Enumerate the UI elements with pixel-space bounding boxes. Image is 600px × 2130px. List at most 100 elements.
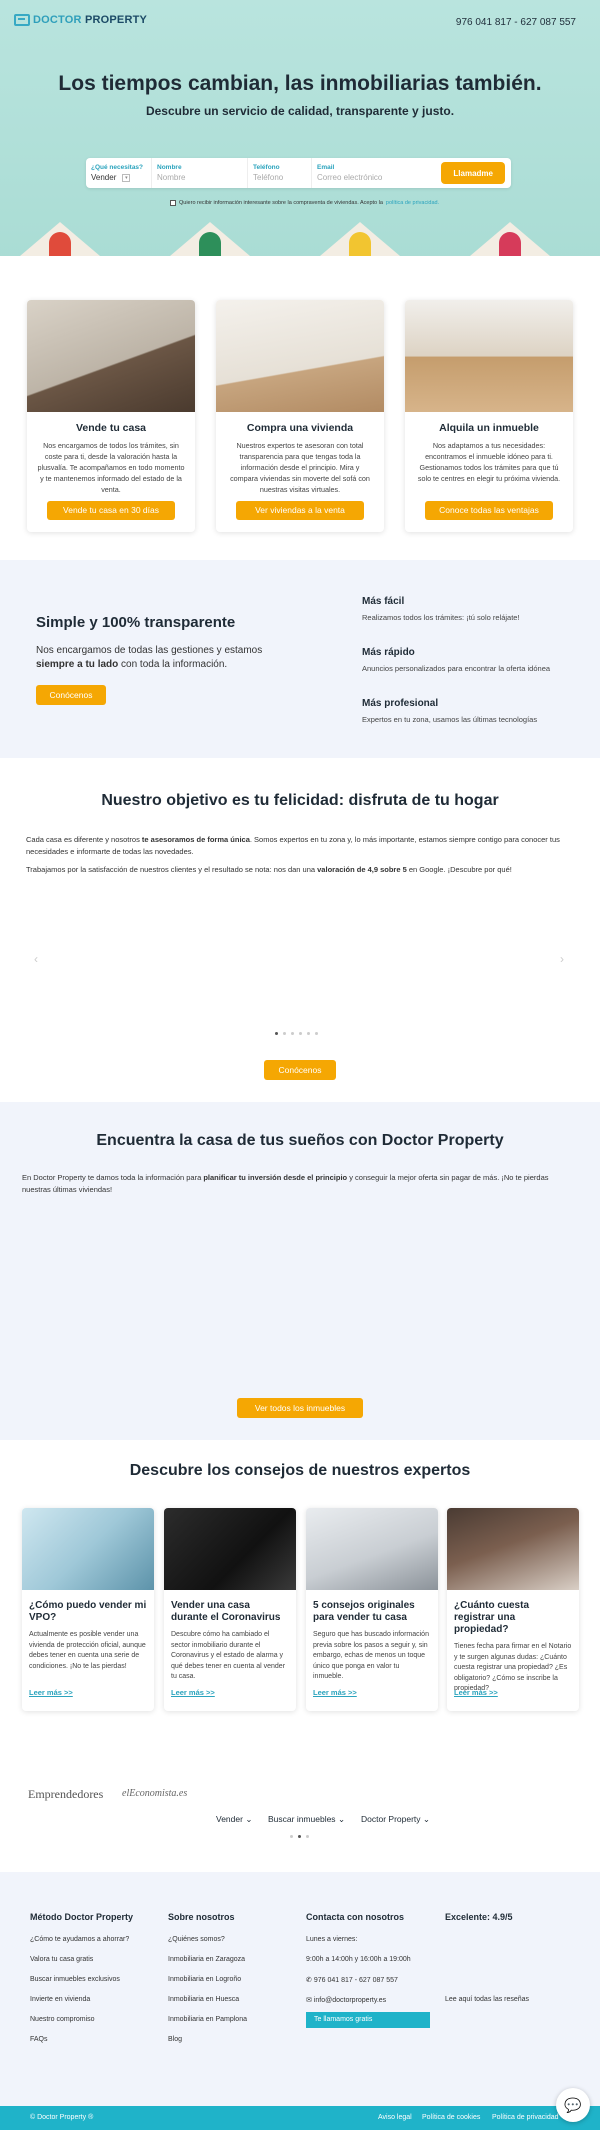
handshake-photo [164, 1508, 296, 1590]
hero-title: Los tiempos cambian, las inmobiliarias t… [58, 72, 542, 95]
opening-days: Lunes a viernes: [306, 1936, 358, 1943]
footer-link[interactable]: Inmobiliaria en Logroño [168, 1976, 241, 1983]
name-field[interactable]: Nombre Nombre [152, 158, 248, 188]
transparent-section: Simple y 100% transparente Nos encargamo… [0, 560, 600, 758]
happiness-section: Nuestro objetivo es tu felicidad: disfru… [0, 760, 600, 1100]
phone-icon: ✆ [306, 1977, 312, 1984]
opening-hours: 9:00h a 14:00h y 16:00h a 19:00h [306, 1956, 411, 1963]
dream-text: En Doctor Property te damos toda la info… [22, 1173, 549, 1194]
bedroom-photo [447, 1508, 579, 1590]
blog-card[interactable]: ¿Cuánto cuesta registrar una propiedad? … [447, 1508, 579, 1711]
blog-post-text: Seguro que has buscado información previ… [313, 1631, 429, 1680]
footer-link[interactable]: Blog [168, 2036, 182, 2043]
footer-link[interactable]: ¿Cómo te ayudamos a ahorrar? [30, 1936, 129, 1943]
contact-form: ¿Qué necesitas? Vender ▾ Nombre Nombre Te… [86, 158, 511, 188]
read-more-link[interactable]: Leer más >> [313, 1688, 357, 1697]
press-logo-eleconomista: elEconomista.es [122, 1788, 188, 1799]
blog-post-title[interactable]: ¿Cómo puedo vender mi VPO? [29, 1600, 147, 1624]
footer-nav-doctor[interactable]: Doctor Property ⌄ [361, 1814, 430, 1825]
footer-link[interactable]: ¿Quiénes somos? [168, 1936, 225, 1943]
privacy-link[interactable]: política de privacidad. [386, 200, 439, 206]
footer-link[interactable]: Inmobiliaria en Huesca [168, 1996, 239, 2003]
read-more-link[interactable]: Leer más >> [454, 1688, 498, 1697]
footer-email[interactable]: ✉ info@doctorproperty.es [306, 1996, 386, 2004]
blog-card[interactable]: Vender una casa durante el Coronavirus D… [164, 1508, 296, 1711]
blog-post-text: Descubre cómo ha cambiado el sector inmo… [171, 1631, 286, 1680]
privacy-policy-link[interactable]: Política de privacidad [492, 2114, 559, 2121]
blog-post-title[interactable]: 5 consejos originales para vender tu cas… [313, 1600, 431, 1624]
need-field[interactable]: ¿Qué necesitas? Vender ▾ [86, 158, 152, 188]
name-input[interactable]: Nombre [157, 173, 242, 182]
copyright: © Doctor Property ® [30, 2114, 94, 2121]
chat-bubble-icon[interactable]: 💬 [556, 2088, 590, 2122]
feature-title: Más rápido [362, 647, 415, 658]
consent-row: Quiero recibir información interesante s… [170, 200, 439, 206]
blog-title: Descubre los consejos de nuestros expert… [129, 1462, 471, 1479]
email-input[interactable]: Correo electrónico [317, 173, 425, 182]
call-free-button[interactable]: Te llamamos gratis [306, 2012, 430, 2028]
sell-house-button[interactable]: Vende tu casa en 30 días [47, 501, 175, 520]
transparent-text: Nos encargamos de todas las gestiones y … [36, 645, 263, 670]
consent-checkbox[interactable] [170, 200, 176, 206]
rent-advantages-button[interactable]: Conoce todas las ventajas [425, 501, 553, 520]
reviews-link[interactable]: Lee aquí todas las reseñas [445, 1996, 529, 2003]
feature-text: Realizamos todos los trámites: ¡tú solo … [362, 613, 520, 622]
dream-title: Encuentra la casa de tus sueños con Doct… [96, 1132, 504, 1149]
footer-link[interactable]: Invierte en vivienda [30, 1996, 90, 2003]
service-text: Nos encargamos de todos los trámites, si… [37, 441, 185, 494]
phone-field[interactable]: Teléfono Teléfono [248, 158, 312, 188]
consent-text: Quiero recibir información interesante s… [179, 200, 383, 206]
about-us-button-2[interactable]: Conócenos [264, 1060, 336, 1080]
logo-doctor: DOCTOR [33, 14, 82, 26]
building-icon [14, 14, 30, 26]
blog-post-title[interactable]: ¿Cuánto cuesta registrar una propiedad? [454, 1600, 572, 1636]
blog-post-text: Tienes fecha para firmar en el Notario y… [454, 1643, 572, 1692]
logo-carousel-dots[interactable] [290, 1835, 309, 1838]
footer-link[interactable]: Inmobiliaria en Zaragoza [168, 1956, 245, 1963]
legal-link[interactable]: Aviso legal [378, 2114, 412, 2121]
read-more-link[interactable]: Leer más >> [171, 1688, 215, 1697]
see-all-properties-button[interactable]: Ver todos los inmuebles [237, 1398, 363, 1418]
see-homes-button[interactable]: Ver viviendas a la venta [236, 501, 364, 520]
bottom-bar: © Doctor Property ® Aviso legal Política… [0, 2106, 600, 2130]
feature-text: Anuncios personalizados para encontrar l… [362, 664, 551, 673]
about-us-button[interactable]: Conócenos [36, 685, 106, 705]
read-more-link[interactable]: Leer más >> [29, 1688, 73, 1697]
carousel-dots[interactable] [275, 1032, 318, 1035]
logo[interactable]: DOCTOR PROPERTY [14, 14, 147, 26]
service-card-sell: Vende tu casa Nos encargamos de todos lo… [27, 300, 195, 532]
footer-link[interactable]: Buscar inmuebles exclusivos [30, 1976, 120, 1983]
name-label: Nombre [157, 164, 182, 171]
blog-post-title[interactable]: Vender una casa durante el Coronavirus [171, 1600, 289, 1624]
service-title: Vende tu casa [75, 422, 147, 434]
couple-photo [216, 300, 384, 412]
email-field[interactable]: Email Correo electrónico [312, 158, 430, 188]
service-title: Compra una vivienda [246, 422, 354, 434]
footer-phone[interactable]: ✆ 976 041 817 - 627 087 557 [306, 1976, 398, 1984]
need-value: Vender [91, 173, 117, 182]
service-text: Nuestros expertos te asesoran con total … [230, 441, 370, 494]
phone-input[interactable]: Teléfono [253, 173, 306, 182]
service-title: Alquila un inmueble [439, 422, 539, 434]
footer-link[interactable]: FAQs [30, 2036, 48, 2043]
footer: Método Doctor Property ¿Cómo te ayudamos… [0, 1872, 600, 2106]
carousel-next-arrow-icon[interactable]: › [560, 952, 564, 966]
footer-link[interactable]: Valora tu casa gratis [30, 1956, 93, 1963]
header-phones[interactable]: 976 041 817 - 627 087 557 [456, 17, 576, 28]
chevron-down-icon: ▾ [122, 173, 131, 182]
footer-link[interactable]: Inmobiliaria en Pamplona [168, 2016, 247, 2023]
footer-nav-buscar[interactable]: Buscar inmuebles ⌄ [268, 1814, 345, 1825]
footer-col-title: Método Doctor Property [30, 1912, 134, 1922]
blog-card[interactable]: ¿Cómo puedo vender mi VPO? Actualmente e… [22, 1508, 154, 1711]
rating-title: Excelente: 4.9/5 [445, 1912, 513, 1922]
logo-property: PROPERTY [84, 14, 148, 26]
footer-nav-vender[interactable]: Vender ⌄ [216, 1814, 252, 1825]
footer-link[interactable]: Nuestro compromiso [30, 2016, 95, 2023]
call-me-button[interactable]: Llamadme [441, 162, 505, 184]
phone-label: Teléfono [253, 164, 280, 171]
carousel-prev-arrow-icon[interactable]: ‹ [34, 952, 38, 966]
cookies-link[interactable]: Política de cookies [422, 2114, 480, 2121]
chevron-down-icon: ⌄ [422, 1814, 431, 1824]
blog-card[interactable]: 5 consejos originales para vender tu cas… [306, 1508, 438, 1711]
hero-subtitle: Descubre un servicio de calidad, transpa… [145, 104, 455, 118]
